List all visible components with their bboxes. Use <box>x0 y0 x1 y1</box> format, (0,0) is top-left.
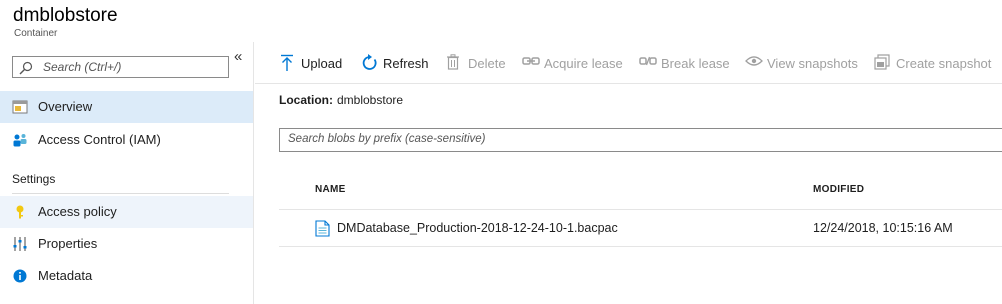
chain-link-icon <box>522 57 540 65</box>
delete-label: Delete <box>468 56 506 71</box>
sidebar-item-label: Overview <box>38 99 93 114</box>
key-icon <box>16 205 24 219</box>
sidebar-item-properties[interactable]: Properties <box>0 228 253 260</box>
info-icon <box>13 269 27 283</box>
iam-people-icon <box>13 134 27 147</box>
column-header-name[interactable]: NAME <box>315 184 346 195</box>
page-subtitle: Container <box>14 28 58 39</box>
sidebar-item-label: Metadata <box>38 268 93 283</box>
refresh-button[interactable]: Refresh <box>361 54 433 74</box>
blob-search-placeholder: Search blobs by prefix (case-sensitive) <box>288 133 486 145</box>
sidebar: Search (Ctrl+/) « Overview Access Contro… <box>0 42 254 304</box>
trash-icon <box>447 54 459 70</box>
sidebar-item-label: Access Control (IAM) <box>38 132 161 147</box>
break-lease-button[interactable]: Break lease <box>639 54 730 74</box>
page-title: dmblobstore <box>13 5 118 26</box>
sidebar-search-placeholder: Search (Ctrl+/) <box>43 60 122 74</box>
break-lease-label: Break lease <box>661 56 730 71</box>
main-content: Upload Refresh Delete Acquire lease Brea… <box>255 42 1002 304</box>
broken-link-icon <box>639 56 657 66</box>
location-display: Location: dmblobstore <box>279 93 403 107</box>
column-header-modified[interactable]: MODIFIED <box>813 184 864 195</box>
blob-prefix-search-input[interactable]: Search blobs by prefix (case-sensitive) <box>279 128 1002 152</box>
table-row[interactable]: DMDatabase_Production-2018-12-24-10-1.ba… <box>279 209 1002 247</box>
view-snapshots-label: View snapshots <box>767 56 858 71</box>
upload-icon <box>281 54 293 71</box>
blade-header: dmblobstore Container <box>0 0 1002 42</box>
create-snapshot-button[interactable]: Create snapshot <box>874 54 992 74</box>
search-icon <box>19 61 33 75</box>
eye-icon <box>745 56 763 66</box>
delete-button[interactable]: Delete <box>446 54 508 74</box>
snapshot-icon <box>874 54 890 70</box>
refresh-icon <box>362 54 377 70</box>
collapse-sidebar-icon[interactable]: « <box>234 48 242 65</box>
sidebar-search-input[interactable]: Search (Ctrl+/) <box>12 56 229 78</box>
sidebar-item-iam[interactable]: Access Control (IAM) <box>0 124 253 156</box>
command-bar: Upload Refresh Delete Acquire lease Brea… <box>255 42 1002 84</box>
sidebar-item-metadata[interactable]: Metadata <box>0 260 253 292</box>
overview-icon <box>12 100 28 114</box>
section-divider <box>12 193 229 194</box>
refresh-label: Refresh <box>383 56 429 71</box>
view-snapshots-button[interactable]: View snapshots <box>745 54 858 74</box>
sidebar-item-overview[interactable]: Overview <box>0 91 253 123</box>
sliders-icon <box>13 237 27 251</box>
sidebar-item-label: Access policy <box>38 204 117 219</box>
file-icon <box>315 220 330 237</box>
create-snapshot-label: Create snapshot <box>896 56 992 71</box>
upload-label: Upload <box>301 56 343 71</box>
acquire-lease-button[interactable]: Acquire lease <box>522 54 623 74</box>
upload-button[interactable]: Upload <box>279 54 349 74</box>
location-value: dmblobstore <box>337 93 404 107</box>
acquire-lease-label: Acquire lease <box>544 56 623 71</box>
location-label: Location: <box>279 93 333 107</box>
sidebar-item-access-policy[interactable]: Access policy <box>0 196 253 228</box>
sidebar-section-settings: Settings <box>12 172 56 186</box>
sidebar-item-label: Properties <box>38 236 98 251</box>
blob-modified: 12/24/2018, 10:15:16 AM <box>813 221 953 235</box>
blob-name[interactable]: DMDatabase_Production-2018-12-24-10-1.ba… <box>337 221 618 235</box>
